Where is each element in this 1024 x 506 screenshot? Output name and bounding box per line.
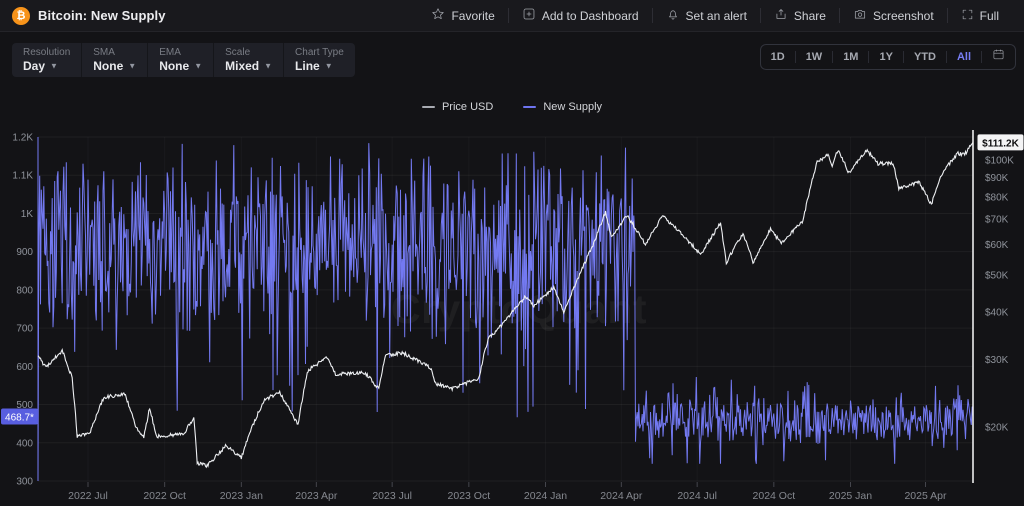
legend-item-price-usd[interactable]: Price USD: [422, 101, 493, 113]
sma-label: SMA: [93, 47, 136, 59]
y-left-tick-label: 600: [16, 362, 33, 373]
scale-dropdown[interactable]: Scale Mixed ▼: [214, 43, 283, 77]
calendar-icon: [992, 48, 1005, 66]
x-tick-label: 2023 Jul: [372, 490, 412, 502]
new-supply-series-line: [38, 137, 973, 481]
y-left-tick-label: 400: [16, 438, 33, 449]
favorite-button[interactable]: Favorite: [418, 0, 507, 31]
bell-icon: [666, 7, 680, 24]
x-tick-label: 2022 Oct: [143, 490, 186, 502]
y-right-tick-label: $40K: [985, 308, 1009, 319]
chevron-down-icon: ▼: [50, 60, 58, 74]
new-supply-swatch: [523, 106, 536, 108]
topbar: ₿ Bitcoin: New Supply Favorite Add to Da…: [0, 0, 1024, 32]
ema-label: EMA: [159, 47, 202, 59]
set-alert-label: Set an alert: [686, 9, 747, 23]
chart-type-dropdown[interactable]: Chart Type Line ▼: [284, 43, 355, 77]
y-left-tick-label: 1K: [21, 209, 34, 220]
x-tick-label: 2023 Jan: [220, 490, 263, 502]
x-tick-label: 2024 Jan: [524, 490, 567, 502]
camera-icon: [853, 7, 867, 24]
screenshot-button[interactable]: Screenshot: [840, 0, 947, 31]
ema-value: None: [159, 59, 189, 73]
chart-title-group: ₿ Bitcoin: New Supply: [12, 7, 166, 25]
range-all[interactable]: All: [947, 45, 981, 69]
sma-dropdown[interactable]: SMA None ▼: [82, 43, 147, 77]
fullscreen-label: Full: [980, 9, 999, 23]
x-tick-label: 2023 Oct: [448, 490, 491, 502]
x-tick-label: 2025 Apr: [904, 490, 947, 502]
range-picker: 1D 1W 1M 1Y YTD All: [760, 44, 1016, 70]
y-right-tick-label: $100K: [985, 156, 1014, 167]
y-right-tick-label: $30K: [985, 355, 1009, 366]
set-alert-button[interactable]: Set an alert: [653, 0, 760, 31]
price-current-value: $111.2K: [982, 138, 1019, 149]
sma-value: None: [93, 59, 123, 73]
chevron-down-icon: ▼: [128, 60, 136, 74]
y-right-tick-label: $90K: [985, 173, 1009, 184]
star-icon: [431, 7, 445, 24]
legend-label-price-usd: Price USD: [442, 101, 493, 113]
calendar-button[interactable]: [982, 48, 1015, 66]
page-title: Bitcoin: New Supply: [38, 8, 166, 23]
chart-type-value: Line: [295, 59, 320, 73]
share-label: Share: [794, 9, 826, 23]
favorite-label: Favorite: [451, 9, 494, 23]
range-1y[interactable]: 1Y: [869, 45, 902, 69]
price-usd-swatch: [422, 106, 435, 108]
topbar-actions: Favorite Add to Dashboard Set an alert S…: [418, 0, 1012, 31]
range-ytd[interactable]: YTD: [904, 45, 946, 69]
add-dashboard-icon: [522, 7, 536, 24]
bitcoin-icon: ₿: [12, 7, 30, 25]
y-left-tick-label: 800: [16, 285, 33, 296]
supply-current-value: 468.7*: [5, 413, 34, 424]
y-left-tick-label: 1.1K: [12, 171, 33, 182]
x-tick-label: 2024 Jul: [677, 490, 717, 502]
screenshot-label: Screenshot: [873, 9, 934, 23]
y-left-tick-label: 300: [16, 477, 33, 488]
share-icon: [774, 7, 788, 24]
y-right-tick-label: $50K: [985, 270, 1009, 281]
x-tick-label: 2023 Apr: [295, 490, 338, 502]
chart-settings-strip: Resolution Day ▼ SMA None ▼ EMA None ▼ Scal…: [12, 43, 355, 77]
range-1m[interactable]: 1M: [833, 45, 868, 69]
legend-label-new-supply: New Supply: [543, 101, 602, 113]
add-to-dashboard-button[interactable]: Add to Dashboard: [509, 0, 652, 31]
chevron-down-icon: ▼: [194, 60, 202, 74]
legend-item-new-supply[interactable]: New Supply: [523, 101, 602, 113]
y-right-tick-label: $80K: [985, 193, 1009, 204]
resolution-value: Day: [23, 59, 45, 73]
share-button[interactable]: Share: [761, 0, 839, 31]
scale-value: Mixed: [225, 59, 259, 73]
resolution-dropdown[interactable]: Resolution Day ▼: [12, 43, 81, 77]
scale-label: Scale: [225, 47, 272, 59]
add-to-dashboard-label: Add to Dashboard: [542, 9, 639, 23]
y-right-tick-label: $70K: [985, 215, 1009, 226]
range-1d[interactable]: 1D: [761, 45, 795, 69]
x-tick-label: 2024 Apr: [600, 490, 643, 502]
range-1w[interactable]: 1W: [796, 45, 833, 69]
resolution-label: Resolution: [23, 47, 70, 59]
y-left-tick-label: 700: [16, 324, 33, 335]
y-left-tick-label: 900: [16, 247, 33, 258]
x-tick-label: 2025 Jan: [829, 490, 872, 502]
chevron-down-icon: ▼: [325, 60, 333, 74]
y-right-tick-label: $20K: [985, 423, 1009, 434]
y-left-tick-label: 1.2K: [12, 133, 33, 144]
fullscreen-icon: [961, 8, 974, 24]
fullscreen-button[interactable]: Full: [948, 0, 1012, 31]
y-right-tick-label: $60K: [985, 240, 1009, 251]
x-tick-label: 2024 Oct: [753, 490, 796, 502]
x-tick-label: 2022 Jul: [68, 490, 108, 502]
chart-legend: Price USD New Supply: [0, 101, 1024, 113]
chart-type-label: Chart Type: [295, 47, 344, 59]
ema-dropdown[interactable]: EMA None ▼: [148, 43, 213, 77]
app-root: ₿ Bitcoin: New Supply Favorite Add to Da…: [0, 0, 1024, 506]
chevron-down-icon: ▼: [264, 60, 272, 74]
